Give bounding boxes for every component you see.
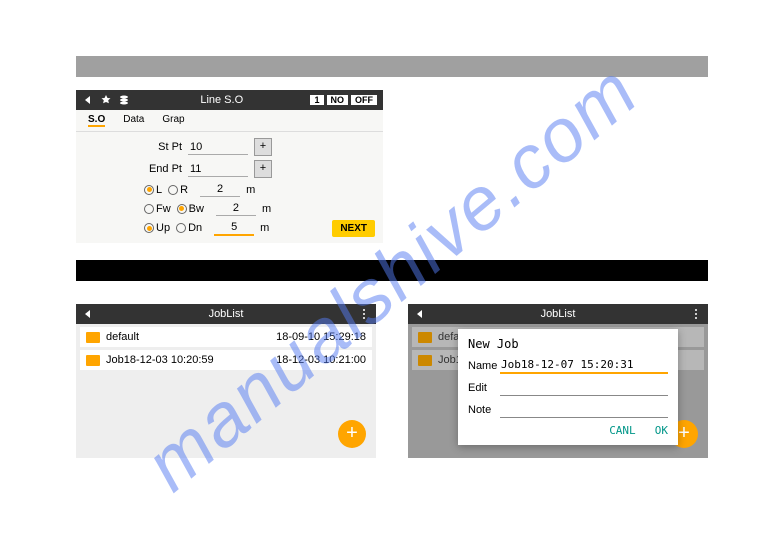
tabs: S.O Data Grap — [76, 110, 383, 132]
db-icon[interactable] — [118, 94, 130, 106]
job-row[interactable]: Job18-12-03 10:20:59 18-12-03 10:21:00 — [80, 350, 372, 370]
radio-up[interactable] — [144, 223, 154, 233]
fwbw-input[interactable] — [216, 201, 256, 216]
dn-label: Dn — [188, 222, 202, 234]
r-label: R — [180, 184, 188, 196]
more-icon[interactable] — [358, 308, 370, 320]
panel1-title: Line S.O — [136, 94, 307, 106]
job-date: 18-09-10 15:29:18 — [276, 331, 366, 343]
note-label: Note — [468, 404, 500, 416]
updn-unit: m — [260, 222, 269, 234]
edit-label: Edit — [468, 382, 500, 394]
tab-grap[interactable]: Grap — [162, 114, 184, 127]
joblist-header: JobList — [408, 304, 708, 324]
job-date: 18-12-03 10:21:00 — [276, 354, 366, 366]
edit-input[interactable] — [500, 380, 668, 396]
updn-input[interactable] — [214, 220, 254, 236]
folder-icon — [86, 332, 100, 343]
stpt-plus[interactable]: + — [254, 138, 272, 156]
folder-icon — [86, 355, 100, 366]
lr-unit: m — [246, 184, 255, 196]
next-button[interactable]: NEXT — [332, 220, 375, 237]
panel1-header: Line S.O 1 NO OFF — [76, 90, 383, 110]
stpt-label: St Pt — [134, 141, 182, 153]
dialog-title: New Job — [468, 337, 668, 351]
radio-bw[interactable] — [177, 204, 187, 214]
badge-no: NO — [327, 95, 349, 105]
new-job-dialog: New Job Name Edit Note CANL OK — [458, 329, 678, 445]
fw-label: Fw — [156, 203, 171, 215]
endpt-input[interactable] — [188, 162, 248, 177]
up-label: Up — [156, 222, 170, 234]
job-row[interactable]: default 18-09-10 15:29:18 — [80, 327, 372, 347]
folder-icon — [418, 332, 432, 343]
radio-fw[interactable] — [144, 204, 154, 214]
tab-data[interactable]: Data — [123, 114, 144, 127]
fwbw-unit: m — [262, 203, 271, 215]
ok-button[interactable]: OK — [655, 424, 668, 437]
black-bar — [76, 260, 708, 281]
add-job-button[interactable]: + — [338, 420, 366, 448]
joblist-title: JobList — [94, 308, 358, 320]
badge-off: OFF — [351, 95, 377, 105]
back-icon[interactable] — [82, 94, 94, 106]
note-input[interactable] — [500, 402, 668, 418]
bw-label: Bw — [189, 203, 204, 215]
badge-1: 1 — [310, 95, 323, 105]
lr-input[interactable] — [200, 182, 240, 197]
gray-bar — [76, 56, 708, 77]
name-input[interactable] — [500, 357, 668, 374]
joblist-panel-dialog: JobList defa 5:29:18 Job1 0:21:00 + New … — [408, 304, 708, 458]
folder-icon — [418, 355, 432, 366]
stpt-input[interactable] — [188, 140, 248, 155]
job-name: defa — [438, 331, 459, 343]
job-name: Job18-12-03 10:20:59 — [106, 354, 276, 366]
radio-r[interactable] — [168, 185, 178, 195]
tab-so[interactable]: S.O — [88, 114, 105, 127]
joblist-header: JobList — [76, 304, 376, 324]
job-name: default — [106, 331, 276, 343]
back-icon[interactable] — [82, 308, 94, 320]
joblist-title: JobList — [426, 308, 690, 320]
back-icon[interactable] — [414, 308, 426, 320]
radio-dn[interactable] — [176, 223, 186, 233]
star-icon[interactable] — [100, 94, 112, 106]
more-icon[interactable] — [690, 308, 702, 320]
cancel-button[interactable]: CANL — [609, 424, 636, 437]
name-label: Name — [468, 360, 500, 372]
endpt-plus[interactable]: + — [254, 160, 272, 178]
l-label: L — [156, 184, 162, 196]
endpt-label: End Pt — [134, 163, 182, 175]
line-so-panel: Line S.O 1 NO OFF S.O Data Grap St Pt + … — [76, 90, 383, 243]
radio-l[interactable] — [144, 185, 154, 195]
joblist-panel: JobList default 18-09-10 15:29:18 Job18-… — [76, 304, 376, 458]
